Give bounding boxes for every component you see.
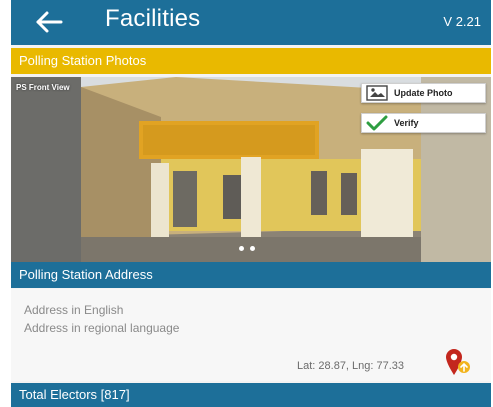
section-header-address: Polling Station Address <box>11 262 491 288</box>
address-card: Address in English Address in regional l… <box>11 289 491 381</box>
app-bar: Facilities V 2.21 <box>11 0 491 45</box>
update-photo-button[interactable]: Update Photo <box>361 83 486 103</box>
carousel-dot[interactable] <box>250 246 255 251</box>
polling-station-photo[interactable]: PS Front View Update Photo Verify <box>11 77 491 262</box>
section-header-electors[interactable]: Total Electors [817] <box>11 383 491 407</box>
image-icon <box>366 85 388 101</box>
section-header-photos: Polling Station Photos <box>11 48 491 74</box>
checkmark-icon <box>366 115 388 131</box>
app-version: V 2.21 <box>443 14 481 29</box>
verify-label: Verify <box>394 118 419 128</box>
building-photo-illustration <box>11 77 491 262</box>
carousel-dot-active[interactable] <box>239 246 244 251</box>
verify-button[interactable]: Verify <box>361 113 486 133</box>
update-photo-label: Update Photo <box>394 88 453 98</box>
carousel-indicator[interactable] <box>239 246 255 251</box>
coordinates-text: Lat: 28.87, Lng: 77.33 <box>297 360 405 372</box>
address-regional: Address in regional language <box>24 321 180 335</box>
arrow-left-icon[interactable] <box>33 7 65 37</box>
map-pin-icon[interactable] <box>444 347 472 377</box>
facilities-screen: Facilities V 2.21 Polling Station Photos <box>11 0 491 407</box>
page-title: Facilities <box>105 5 201 32</box>
photo-caption: PS Front View <box>16 83 70 92</box>
address-english: Address in English <box>24 303 124 317</box>
